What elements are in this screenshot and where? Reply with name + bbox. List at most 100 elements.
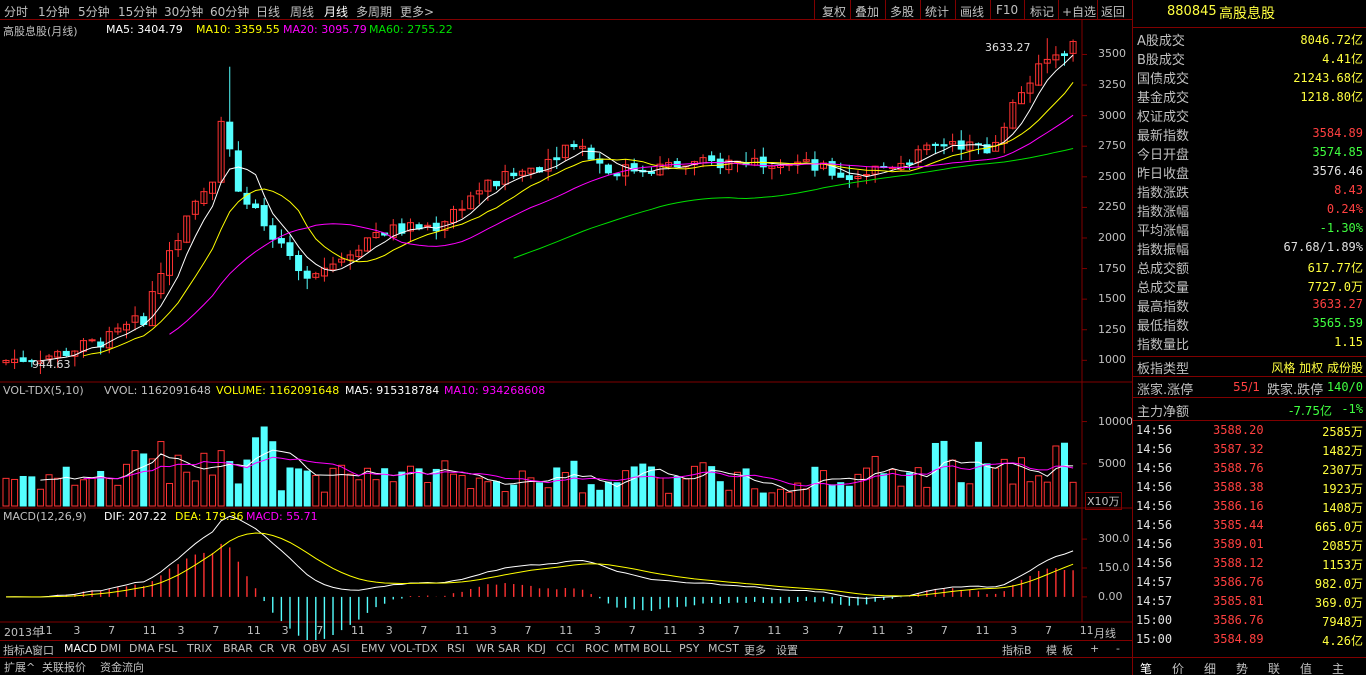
- indicator-tab[interactable]: KDJ: [527, 642, 546, 655]
- indicator-tab[interactable]: ROC: [585, 642, 609, 655]
- period-tab-60min[interactable]: 60分钟: [210, 3, 249, 20]
- period-tab-fenshi[interactable]: 分时: [4, 3, 28, 20]
- indicator-tab[interactable]: MCST: [708, 642, 739, 655]
- indicator-tab[interactable]: TRIX: [187, 642, 212, 655]
- price-tick-label: 3000: [1098, 108, 1126, 122]
- volume-bar: [785, 491, 793, 507]
- indicator-tab[interactable]: EMV: [361, 642, 385, 655]
- quote-row: 国债成交 21243.68亿: [1135, 67, 1365, 87]
- period-tab-daily[interactable]: 日线: [256, 3, 280, 20]
- add-watchlist-button[interactable]: +自选: [1062, 3, 1096, 20]
- restore-rights-button[interactable]: 复权: [822, 3, 846, 20]
- x-tick-label: 7: [628, 624, 636, 637]
- period-tab-monthly[interactable]: 月线: [324, 3, 348, 20]
- indicator-tab[interactable]: VR: [281, 642, 296, 655]
- quote-label: 平均涨幅: [1137, 224, 1190, 239]
- indicator-tab[interactable]: SAR: [498, 642, 520, 655]
- extend-button[interactable]: 扩展^: [4, 659, 35, 675]
- volume-bar: [1035, 475, 1043, 507]
- main-legend-ma20: MA20: 3095.79: [283, 23, 367, 36]
- panel-tab[interactable]: 值: [1300, 660, 1312, 675]
- indicator-tab[interactable]: CCI: [556, 642, 575, 655]
- indicator-tab-right[interactable]: 模: [1046, 642, 1057, 658]
- volume-bar: [544, 487, 552, 507]
- mark-button[interactable]: 标记: [1030, 3, 1054, 20]
- indicator-tab[interactable]: 指标A: [3, 642, 33, 658]
- quote-row: B股成交 4.41亿: [1135, 48, 1365, 68]
- indicator-tab[interactable]: DMI: [100, 642, 121, 655]
- period-tab-multi[interactable]: 多周期: [356, 3, 392, 20]
- x-tick-label: 11: [351, 624, 365, 637]
- panel-tab[interactable]: 主: [1332, 660, 1344, 675]
- volume-bar: [389, 481, 397, 507]
- quote-value: 3576.46: [1312, 164, 1363, 178]
- indicator-tab[interactable]: PSY: [679, 642, 699, 655]
- kline-chart[interactable]: [0, 20, 1132, 642]
- x-tick-label: 11: [246, 624, 261, 637]
- volume-bar: [983, 463, 991, 507]
- volume-bar: [751, 488, 759, 507]
- indicator-tab[interactable]: DMA: [129, 642, 155, 655]
- period-tab-15min[interactable]: 15分钟: [118, 3, 157, 20]
- candle: [708, 155, 716, 162]
- indicator-tab[interactable]: 更多: [744, 642, 766, 658]
- tick-time: 14:56: [1136, 461, 1173, 475]
- x-tick-label: 3: [802, 624, 810, 637]
- indicator-tab-right[interactable]: +: [1090, 642, 1099, 655]
- quote-value: 0.24%: [1326, 202, 1363, 216]
- indicator-tab-right[interactable]: 板: [1062, 642, 1073, 658]
- period-tab-5min[interactable]: 5分钟: [78, 3, 110, 20]
- panel-tab[interactable]: 联: [1268, 660, 1280, 675]
- quote-row: 权证成交: [1135, 105, 1365, 125]
- x-tick-label: 11: [663, 624, 678, 637]
- panel-tab[interactable]: 势: [1236, 660, 1248, 675]
- panel-tab[interactable]: 笔: [1140, 660, 1152, 675]
- draw-line-button[interactable]: 画线: [960, 3, 984, 20]
- period-tab-1min[interactable]: 1分钟: [38, 3, 70, 20]
- volume-bar: [897, 485, 905, 507]
- x-tick-label: 7: [420, 624, 428, 637]
- indicator-tab[interactable]: MTM: [614, 642, 640, 655]
- panel-tab[interactable]: 价: [1172, 660, 1184, 675]
- indicator-tab[interactable]: CR: [259, 642, 274, 655]
- candle: [931, 143, 939, 146]
- quote-row: 昨日收盘 3576.46: [1135, 162, 1365, 182]
- vol-legend-vvol: VVOL: 1162091648: [104, 384, 211, 397]
- indicator-tab[interactable]: VOL-TDX: [390, 642, 438, 655]
- indicator-tab[interactable]: OBV: [303, 642, 326, 655]
- tick-time: 14:56: [1136, 499, 1173, 513]
- price-tick-label: 1750: [1098, 261, 1126, 275]
- quote-value: 1218.80亿: [1300, 90, 1363, 104]
- quote-value: 67.68/1.89%: [1283, 240, 1363, 254]
- x-tick-label: 7: [316, 624, 324, 637]
- indicator-tab[interactable]: MACD: [64, 642, 97, 655]
- indicator-tab[interactable]: WR: [476, 642, 495, 655]
- period-tab-weekly[interactable]: 周线: [290, 3, 314, 20]
- indicator-tab[interactable]: ASI: [332, 642, 350, 655]
- indicator-tab[interactable]: RSI: [447, 642, 465, 655]
- indicator-tab[interactable]: BOLL: [643, 642, 671, 655]
- related-quotes-tab[interactable]: 关联报价: [42, 659, 86, 675]
- volume-bar: [759, 492, 767, 507]
- x-tick-label: 11: [455, 624, 470, 637]
- f10-button[interactable]: F10: [996, 3, 1018, 17]
- indicator-tab-right[interactable]: 指标B: [1002, 642, 1032, 658]
- period-tab-more[interactable]: 更多>: [400, 3, 434, 20]
- tick-volume: 2085万: [1322, 539, 1363, 553]
- indicator-tab-right[interactable]: -: [1116, 642, 1120, 655]
- overlay-button[interactable]: 叠加: [855, 3, 879, 20]
- volume-bar: [579, 492, 587, 507]
- fund-flow-tab[interactable]: 资金流向: [100, 659, 144, 675]
- period-tab-30min[interactable]: 30分钟: [164, 3, 203, 20]
- volume-bar: [725, 489, 733, 507]
- back-button[interactable]: 返回: [1101, 3, 1125, 20]
- macd-legend-dif: DIF: 207.22: [104, 510, 167, 523]
- indicator-tab[interactable]: BRAR: [223, 642, 253, 655]
- statistics-button[interactable]: 统计: [925, 3, 949, 20]
- indicator-tab[interactable]: 窗口: [32, 642, 54, 658]
- multi-stock-button[interactable]: 多股: [890, 3, 914, 20]
- panel-tab[interactable]: 细: [1204, 660, 1216, 675]
- indicator-tab[interactable]: 设置: [776, 642, 798, 658]
- tick-price: 3585.44: [1213, 518, 1264, 532]
- indicator-tab[interactable]: FSL: [158, 642, 177, 655]
